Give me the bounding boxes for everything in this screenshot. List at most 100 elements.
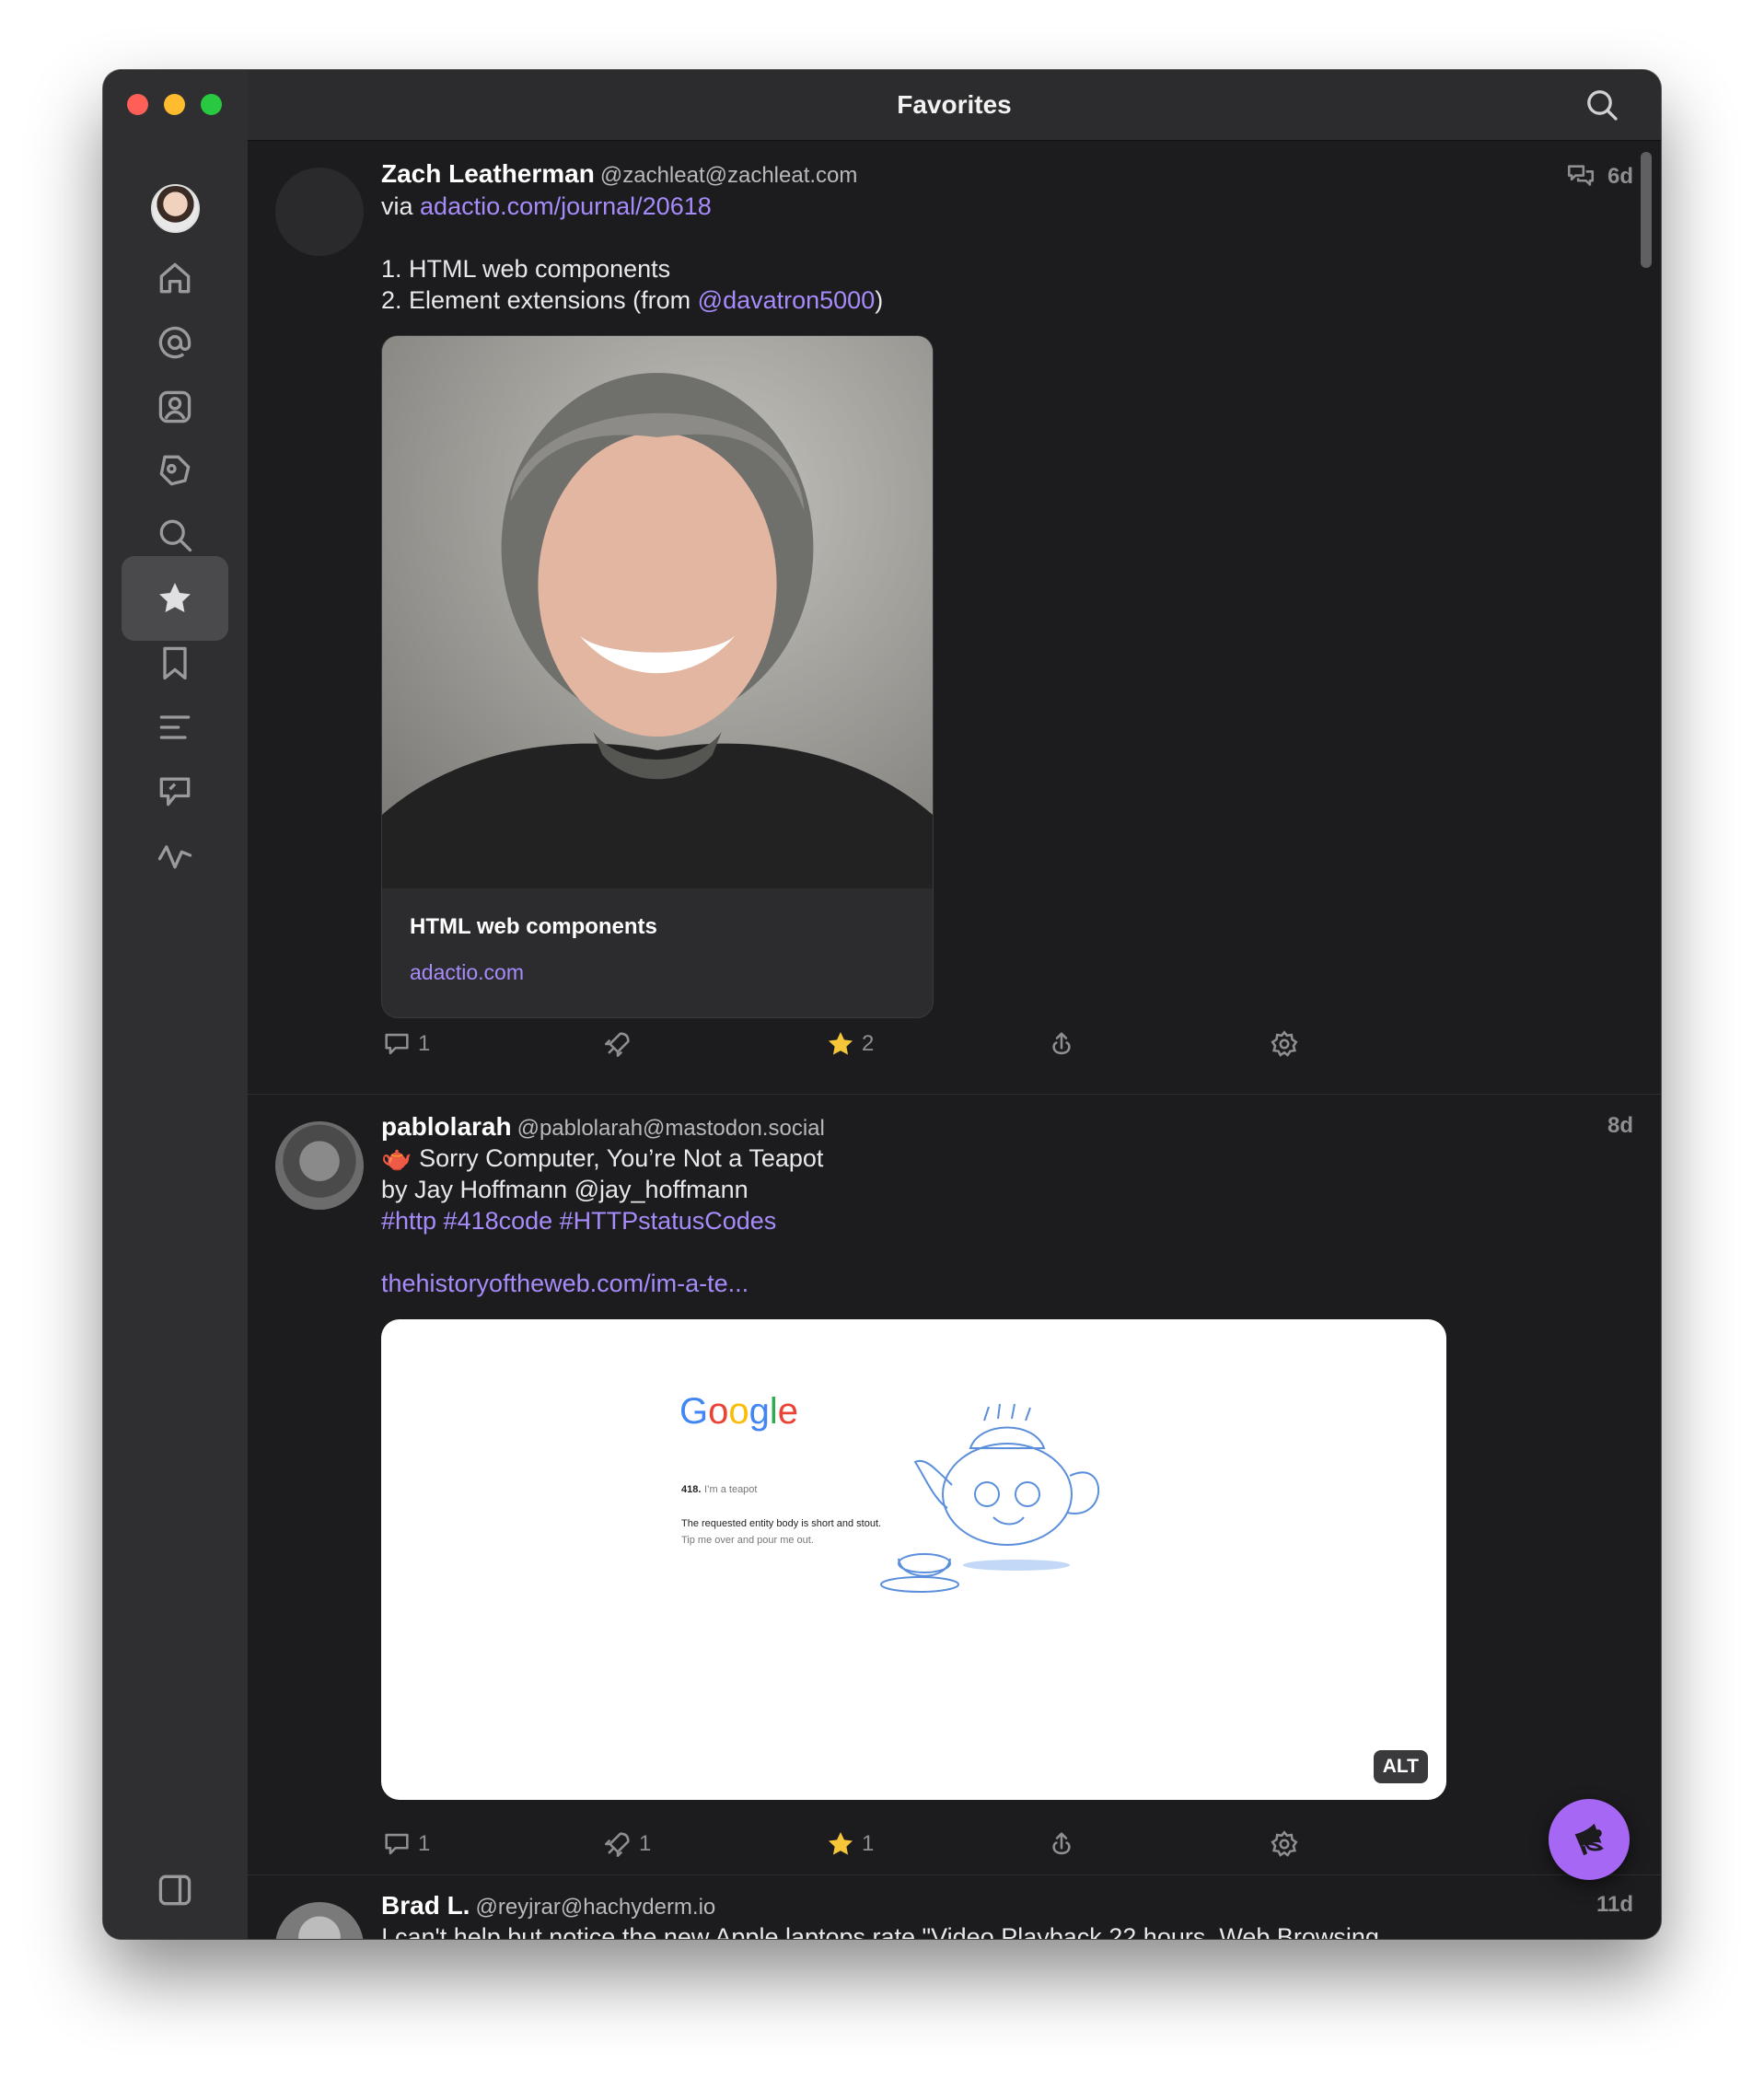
avatar[interactable]	[275, 1121, 364, 1210]
card-title: HTML web components	[410, 914, 657, 939]
boost-button[interactable]	[602, 1028, 639, 1060]
post-time: 8d	[1607, 1113, 1633, 1139]
avatar[interactable]	[275, 1902, 364, 1939]
post-time: 6d	[1565, 161, 1633, 192]
search-icon[interactable]	[1584, 87, 1620, 123]
post-line: 🫖 Sorry Computer, You’re Not a Teapot	[381, 1144, 824, 1172]
time-label: 11d	[1596, 1892, 1633, 1917]
share-button[interactable]	[1046, 1028, 1077, 1060]
more-icon	[1271, 1030, 1298, 1057]
sidebar-toggle-icon	[158, 1874, 191, 1906]
post-text: 2. Element extensions (from	[381, 286, 691, 314]
share-icon	[1052, 1032, 1071, 1055]
window-controls	[127, 94, 222, 115]
title-bar: Favorites	[248, 70, 1661, 141]
media-attachment[interactable]: Google 418. I’m a teapot The requested e…	[381, 1319, 1446, 1800]
post[interactable]: Brad L. @reyjrar@hachyderm.io 11d I can't…	[248, 1875, 1661, 1939]
mention-link[interactable]: @davatron5000	[698, 286, 876, 314]
error-body: The requested entity body is short and s…	[681, 1518, 881, 1529]
author-name: Zach Leatherman	[381, 159, 595, 188]
at-icon	[158, 326, 191, 359]
post[interactable]: Zach Leatherman @zachleat@zachleat.com 6d…	[248, 141, 1661, 1094]
more-button[interactable]	[1269, 1028, 1300, 1060]
post[interactable]: pablolarah @pablolarah@mastodon.social 8d…	[248, 1095, 1661, 1875]
more-icon	[1271, 1830, 1298, 1857]
error-body-sub: Tip me over and pour me out.	[681, 1535, 814, 1546]
reply-button[interactable]: 1	[381, 1828, 430, 1860]
favorite-count: 2	[862, 1031, 875, 1056]
error-code: 418.	[681, 1484, 701, 1495]
share-icon	[1052, 1832, 1071, 1855]
post-link[interactable]: thehistoryoftheweb.com/im-a-te...	[381, 1268, 749, 1299]
author-name: Brad L.	[381, 1891, 470, 1920]
explore-icon	[159, 455, 191, 486]
star-icon	[159, 583, 191, 613]
sidebar-item-activity[interactable]	[122, 813, 228, 898]
home-icon	[159, 262, 191, 294]
boost-count: 1	[639, 1831, 652, 1856]
reply-icon	[385, 1033, 409, 1055]
favorite-button[interactable]: 2	[825, 1028, 874, 1060]
via-link[interactable]: adactio.com/journal/20618	[420, 192, 712, 220]
teapot-shadow	[963, 1560, 1070, 1571]
via-label: via	[381, 192, 413, 220]
author-handle: @pablolarah@mastodon.social	[516, 1116, 825, 1141]
hashtag-links[interactable]: #http #418code #HTTPstatusCodes	[381, 1205, 776, 1236]
post-author[interactable]: Brad L. @reyjrar@hachyderm.io	[381, 1891, 715, 1920]
close-window-button[interactable]	[127, 94, 148, 115]
star-filled-icon	[828, 1831, 853, 1855]
author-handle: @reyjrar@hachyderm.io	[475, 1895, 716, 1920]
card-domain[interactable]: adactio.com	[410, 960, 524, 985]
post-time: 11d	[1596, 1892, 1633, 1918]
account-avatar[interactable]	[151, 184, 200, 233]
person-icon	[158, 390, 191, 424]
link-preview-card[interactable]: HTML web components adactio.com	[381, 335, 934, 1018]
reply-icon	[385, 1833, 409, 1855]
more-button[interactable]	[1269, 1828, 1300, 1860]
reply-button[interactable]: 1	[381, 1028, 430, 1060]
share-button[interactable]	[1046, 1828, 1077, 1860]
post-author[interactable]: pablolarah @pablolarah@mastodon.social	[381, 1112, 825, 1142]
timeline[interactable]: Zach Leatherman @zachleat@zachleat.com 6d…	[248, 141, 1661, 1939]
reply-count: 1	[418, 1831, 431, 1856]
post-actions: 1 1 1	[381, 1828, 1302, 1865]
page-title: Favorites	[897, 90, 1012, 119]
time-label: 8d	[1607, 1113, 1633, 1138]
time-label: 6d	[1607, 164, 1633, 189]
sidebar-toggle-button[interactable]	[122, 1867, 228, 1913]
post-actions: 1 2	[381, 1028, 1302, 1065]
bookmark-icon	[163, 646, 187, 680]
post-via: via adactio.com/journal/20618	[381, 191, 712, 222]
post-text: )	[875, 286, 884, 314]
compose-button[interactable]	[1549, 1799, 1630, 1880]
boost-icon	[604, 1032, 630, 1058]
zoom-window-button[interactable]	[201, 94, 222, 115]
message-icon	[159, 777, 191, 806]
list-icon	[159, 715, 191, 739]
author-handle: @zachleat@zachleat.com	[599, 163, 858, 188]
sidebar	[103, 70, 249, 1939]
boost-button[interactable]: 1	[602, 1828, 651, 1860]
preview-photo	[382, 336, 933, 888]
post-line: by Jay Hoffmann @jay_hoffmann	[381, 1176, 749, 1203]
post-author[interactable]: Zach Leatherman @zachleat@zachleat.com	[381, 159, 857, 189]
reply-count: 1	[418, 1031, 431, 1056]
avatar[interactable]	[275, 168, 364, 256]
google-logo: Google	[679, 1391, 798, 1432]
post-line: 2. Element extensions (from @davatron500…	[381, 284, 883, 316]
post-line: 1. HTML web components	[381, 255, 671, 283]
app-window: Favorites Zach Leatherman @zachleat@zachl…	[103, 70, 1661, 1939]
alt-badge[interactable]: ALT	[1373, 1750, 1428, 1783]
megaphone-icon	[1574, 1823, 1604, 1856]
conversation-icon	[1567, 165, 1595, 186]
favorite-count: 1	[862, 1831, 875, 1856]
minimize-window-button[interactable]	[164, 94, 185, 115]
author-name: pablolarah	[381, 1112, 512, 1141]
star-filled-icon	[828, 1031, 853, 1055]
error-status: I’m a teapot	[704, 1484, 757, 1495]
activity-icon	[157, 845, 192, 869]
boost-icon	[604, 1832, 630, 1858]
search-icon	[159, 519, 192, 552]
favorite-button[interactable]: 1	[825, 1828, 874, 1860]
teapot-screenshot: Google 418. I’m a teapot The requested e…	[679, 1391, 1100, 1593]
